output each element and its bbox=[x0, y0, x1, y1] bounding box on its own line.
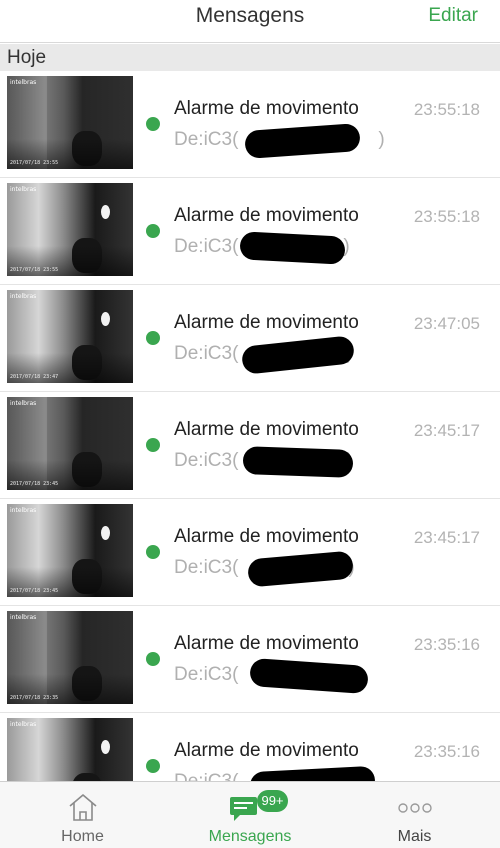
redaction-mark bbox=[242, 446, 354, 478]
unread-dot-icon bbox=[146, 117, 160, 131]
page-title: Mensagens bbox=[195, 4, 305, 27]
camera-thumbnail[interactable]: intelbras2017/07/18 23:35 bbox=[7, 718, 133, 781]
redaction-mark bbox=[249, 765, 376, 781]
message-title: Alarme de movimento bbox=[174, 740, 359, 761]
camera-thumbnail[interactable]: intelbras 2017/07/18 23:55 bbox=[7, 76, 133, 169]
message-time: 23:55:18 bbox=[413, 100, 480, 119]
redaction-mark bbox=[239, 231, 346, 265]
message-row[interactable]: intelbras2017/07/18 23:35 Alarme de movi… bbox=[0, 606, 500, 713]
unread-dot-icon bbox=[146, 652, 160, 666]
unread-dot-icon bbox=[146, 438, 160, 452]
tab-more-label: Mais bbox=[397, 828, 432, 845]
camera-thumbnail[interactable]: intelbras 2017/07/18 23:55 bbox=[7, 183, 133, 276]
message-sender: De:iC3( bbox=[174, 771, 238, 781]
tab-more[interactable]: Mais bbox=[362, 782, 467, 848]
tab-home-label: Home bbox=[61, 828, 104, 845]
unread-dot-icon bbox=[146, 331, 160, 345]
section-header-today: Hoje bbox=[0, 44, 500, 71]
message-title: Alarme de movimento bbox=[174, 205, 359, 226]
message-icon bbox=[230, 797, 257, 821]
message-row[interactable]: intelbras 2017/07/18 23:47 Alarme de movi… bbox=[0, 285, 500, 392]
message-row[interactable]: intelbras 2017/07/18 23:45 Alarme de movi… bbox=[0, 499, 500, 606]
message-sender: De:iC3( bbox=[174, 664, 239, 685]
camera-thumbnail[interactable]: intelbras 2017/07/18 23:47 bbox=[7, 290, 133, 383]
edit-button[interactable]: Editar bbox=[428, 5, 478, 27]
message-time: 23:45:17 bbox=[413, 421, 480, 440]
camera-thumbnail[interactable]: intelbras 2017/07/18 23:45 bbox=[7, 397, 133, 490]
message-time: 23:45:17 bbox=[413, 528, 480, 547]
tab-bar: Home 99+ Mensagens Mais bbox=[0, 781, 500, 848]
home-icon bbox=[68, 794, 97, 821]
unread-dot-icon bbox=[146, 759, 160, 773]
message-time: 23:35:16 bbox=[413, 742, 480, 761]
section-label: Hoje bbox=[7, 47, 47, 68]
tab-messages-label: Mensagens bbox=[208, 828, 292, 845]
message-row[interactable]: intelbras2017/07/18 23:35 Alarme de movi… bbox=[0, 713, 500, 781]
message-title: Alarme de movimento bbox=[174, 98, 359, 119]
message-list[interactable]: intelbras 2017/07/18 23:55 Alarme de movi… bbox=[0, 71, 500, 781]
message-title: Alarme de movimento bbox=[174, 633, 359, 654]
unread-count-badge: 99+ bbox=[257, 790, 288, 812]
message-time: 23:55:18 bbox=[413, 207, 480, 226]
camera-thumbnail[interactable]: intelbras2017/07/18 23:35 bbox=[7, 611, 133, 704]
message-row[interactable]: intelbras 2017/07/18 23:55 Alarme de movi… bbox=[0, 178, 500, 285]
tab-messages[interactable]: 99+ Mensagens bbox=[190, 782, 310, 848]
unread-dot-icon bbox=[146, 545, 160, 559]
message-row[interactable]: intelbras 2017/07/18 23:55 Alarme de movi… bbox=[0, 71, 500, 178]
tab-home[interactable]: Home bbox=[30, 782, 135, 848]
camera-thumbnail[interactable]: intelbras 2017/07/18 23:45 bbox=[7, 504, 133, 597]
more-icon bbox=[397, 803, 432, 813]
message-title: Alarme de movimento bbox=[174, 526, 359, 547]
unread-dot-icon bbox=[146, 224, 160, 238]
message-title: Alarme de movimento bbox=[174, 419, 359, 440]
message-title: Alarme de movimento bbox=[174, 312, 359, 333]
message-time: 23:47:05 bbox=[413, 314, 480, 333]
message-row[interactable]: intelbras 2017/07/18 23:45 Alarme de movi… bbox=[0, 392, 500, 499]
message-time: 23:35:16 bbox=[413, 635, 480, 654]
top-bar: Mensagens Editar bbox=[0, 0, 500, 43]
redaction-mark bbox=[240, 335, 356, 375]
redaction-mark bbox=[249, 657, 369, 695]
